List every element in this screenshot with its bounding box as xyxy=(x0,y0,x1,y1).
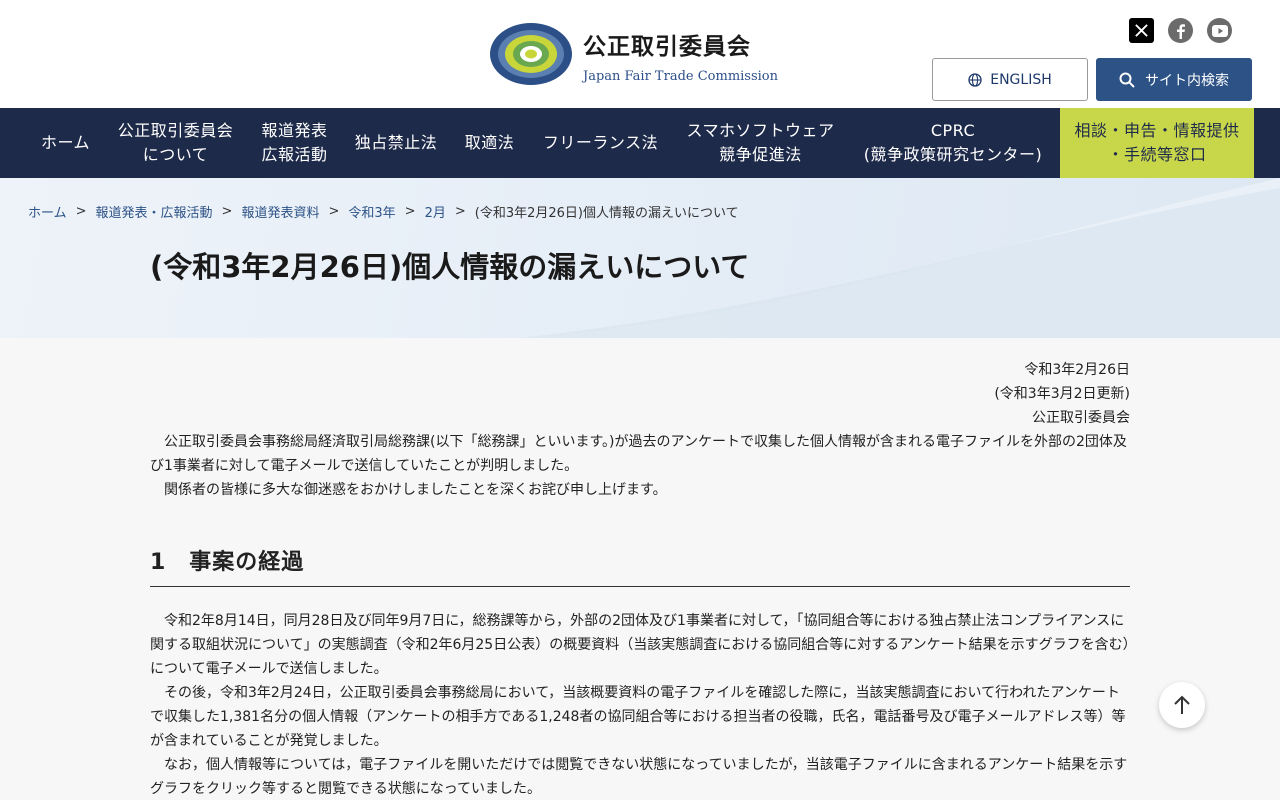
breadcrumb-separator: > xyxy=(404,204,416,219)
update-date: (令和3年3月2日更新) xyxy=(994,386,1130,402)
nav-press[interactable]: 報道発表 広報活動 xyxy=(248,108,341,178)
breadcrumb-year[interactable]: 令和3年 xyxy=(348,202,395,221)
x-icon[interactable] xyxy=(1129,18,1154,43)
logo-subtitle: Japan Fair Trade Commission xyxy=(583,68,778,84)
breadcrumb-separator: > xyxy=(454,204,466,219)
release-meta: 令和3年2月26日 (令和3年3月2日更新) 公正取引委員会 xyxy=(150,358,1130,430)
logo-title: 公正取引委員会 xyxy=(583,33,751,60)
globe-icon xyxy=(968,72,982,87)
site-header: 公正取引委員会 Japan Fair Trade Commission ENGL… xyxy=(0,0,1280,108)
section-paragraph: 令和2年8月14日，同月28日及び同年9月7日に，総務課等から，外部の2団体及び… xyxy=(150,613,1130,677)
page-title: (令和3年2月26日)個人情報の漏えいについて xyxy=(150,250,750,284)
social-links xyxy=(1129,18,1232,43)
nav-antimonopoly[interactable]: 独占禁止法 xyxy=(341,108,451,178)
english-button[interactable]: ENGLISH xyxy=(932,58,1088,101)
intro-paragraph: 公正取引委員会事務総局経済取引局総務課(以下「総務課」といいます。)が過去のアン… xyxy=(150,434,1127,474)
breadcrumb-month[interactable]: 2月 xyxy=(425,202,446,221)
nav-cprc[interactable]: CPRC (競争政策研究センター) xyxy=(848,108,1058,178)
section-heading: 1 事案の経過 xyxy=(150,544,1130,587)
main-content: 令和3年2月26日 (令和3年3月2日更新) 公正取引委員会 公正取引委員会事務… xyxy=(0,338,1280,800)
nav-subcontract[interactable]: 取適法 xyxy=(451,108,528,178)
nav-freelance[interactable]: フリーランス法 xyxy=(528,108,673,178)
jftc-emblem-icon xyxy=(489,22,573,86)
section-paragraph: なお，個人情報等については，電子ファイルを開いただけでは閲覧できない状態になって… xyxy=(150,757,1128,797)
breadcrumb-separator: > xyxy=(328,204,340,219)
back-to-top-button[interactable] xyxy=(1159,682,1205,728)
breadcrumb-current: (令和3年2月26日)個人情報の漏えいについて xyxy=(474,206,739,221)
breadcrumb-separator: > xyxy=(75,204,87,219)
search-icon xyxy=(1119,72,1135,88)
youtube-icon[interactable] xyxy=(1207,18,1232,43)
nav-about[interactable]: 公正取引委員会 について xyxy=(103,108,248,178)
site-search-button[interactable]: サイト内検索 xyxy=(1096,58,1252,101)
nav-consultation[interactable]: 相談・申告・情報提供 ・手続等窓口 xyxy=(1060,108,1254,178)
breadcrumb: ホーム > 報道発表・広報活動 > 報道発表資料 > 令和3年 > 2月 > (令和3年2… xyxy=(28,202,739,221)
site-logo[interactable]: 公正取引委員会 Japan Fair Trade Commission xyxy=(489,22,778,86)
breadcrumb-separator: > xyxy=(221,204,233,219)
english-label: ENGLISH xyxy=(990,71,1052,88)
release-date: 令和3年2月26日 xyxy=(1024,362,1130,378)
nav-home[interactable]: ホーム xyxy=(28,108,103,178)
intro-paragraph: 関係者の皆様に多大な御迷惑をおかけしましたことを深くお詫び申し上げます。 xyxy=(164,482,667,498)
breadcrumb-press[interactable]: 報道発表・広報活動 xyxy=(96,202,213,221)
breadcrumb-press-releases[interactable]: 報道発表資料 xyxy=(241,202,319,221)
global-nav: ホーム 公正取引委員会 について 報道発表 広報活動 独占禁止法 取適法 フリーラン… xyxy=(0,108,1280,178)
page-hero: ホーム > 報道発表・広報活動 > 報道発表資料 > 令和3年 > 2月 > (令和3年2… xyxy=(0,178,1280,338)
nav-smartphone[interactable]: スマホソフトウェア 競争促進法 xyxy=(673,108,848,178)
search-label: サイト内検索 xyxy=(1145,72,1229,89)
section-paragraph: その後，令和3年2月24日，公正取引委員会事務総局において，当該概要資料の電子フ… xyxy=(150,685,1126,749)
breadcrumb-home[interactable]: ホーム xyxy=(28,202,67,221)
release-org: 公正取引委員会 xyxy=(1032,410,1130,426)
facebook-icon[interactable] xyxy=(1168,18,1193,43)
arrow-up-icon xyxy=(1174,695,1190,714)
